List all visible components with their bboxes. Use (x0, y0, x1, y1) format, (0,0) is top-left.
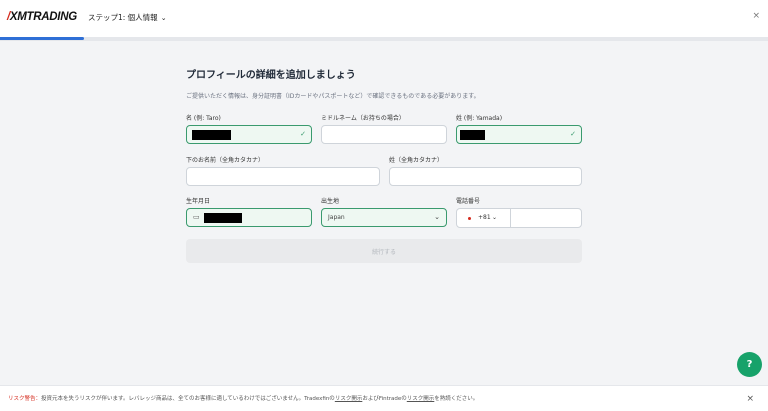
last-name-label: 姓 (例: Yamada) (456, 115, 503, 122)
page-title: プロフィールの詳細を追加しましょう (186, 70, 356, 81)
birth-date-label: 生年月日 (186, 198, 211, 205)
birth-date-field[interactable]: ▭ (186, 208, 312, 227)
top-bar: /XMTRADING ステップ1: 個人情報 ⌄ × (0, 0, 768, 37)
chat-help-button[interactable]: ? (737, 352, 762, 377)
japan-flag-icon (466, 215, 473, 222)
step-selector[interactable]: ステップ1: 個人情報 ⌄ (88, 12, 167, 23)
xmtrading-logo[interactable]: /XMTRADING (7, 11, 77, 23)
last-name-kana-label: 姓（全角カタカナ） (389, 157, 444, 164)
phone-label: 電話番号 (456, 198, 481, 205)
risk-disclosure-link-1[interactable]: リスク開示 (335, 396, 363, 402)
risk-warning-label: リスク警告： (8, 396, 42, 402)
check-icon: ✓ (300, 130, 306, 138)
check-icon: ✓ (570, 130, 576, 138)
calendar-icon: ▭ (193, 213, 200, 221)
first-name-kana-label: 下のお名前（全角カタカナ） (186, 157, 265, 164)
phone-number-field[interactable] (510, 208, 582, 228)
country-code-select[interactable]: +81 ⌄ (456, 208, 511, 228)
chevron-down-icon: ⌄ (160, 13, 167, 22)
first-name-kana-field[interactable] (186, 167, 380, 186)
first-name-field[interactable]: ✓ (186, 125, 312, 144)
help-icon: ? (746, 359, 753, 370)
risk-warning-text: リスク警告：投資元本を失うリスクが伴います。レバレッジ商品は、全てのお客様に適し… (8, 396, 479, 402)
birth-place-label: 出生地 (321, 198, 340, 205)
progress-fill (0, 37, 85, 40)
redacted-value (460, 130, 485, 140)
chevron-down-icon: ⌄ (434, 213, 440, 221)
page-subtitle: ご提供いただく情報は、身分証明書（IDカードやパスポートなど）で確認できるもので… (186, 93, 480, 100)
risk-warning-bar: リスク警告：投資元本を失うリスクが伴います。レバレッジ商品は、全てのお客様に適し… (0, 385, 768, 411)
redacted-value (192, 130, 231, 140)
chevron-down-icon: ⌄ (492, 214, 498, 221)
first-name-label: 名 (例: Taro) (186, 115, 221, 122)
country-code: +81 (478, 214, 491, 221)
middle-name-label: ミドルネーム（お持ちの場合） (321, 115, 405, 122)
risk-disclosure-link-2[interactable]: リスク開示 (407, 396, 435, 402)
continue-button[interactable]: 続行する (186, 239, 582, 263)
close-risk-warning-button[interactable]: × (746, 394, 754, 404)
birth-place-select[interactable]: Japan ⌄ (321, 208, 447, 227)
birth-place-value: Japan (328, 214, 345, 221)
last-name-field[interactable]: ✓ (456, 125, 582, 144)
redacted-value (204, 213, 242, 223)
step-label: ステップ1: 個人情報 (88, 13, 158, 22)
last-name-kana-field[interactable] (389, 167, 582, 186)
close-button[interactable]: × (752, 11, 760, 21)
middle-name-field[interactable] (321, 125, 447, 144)
